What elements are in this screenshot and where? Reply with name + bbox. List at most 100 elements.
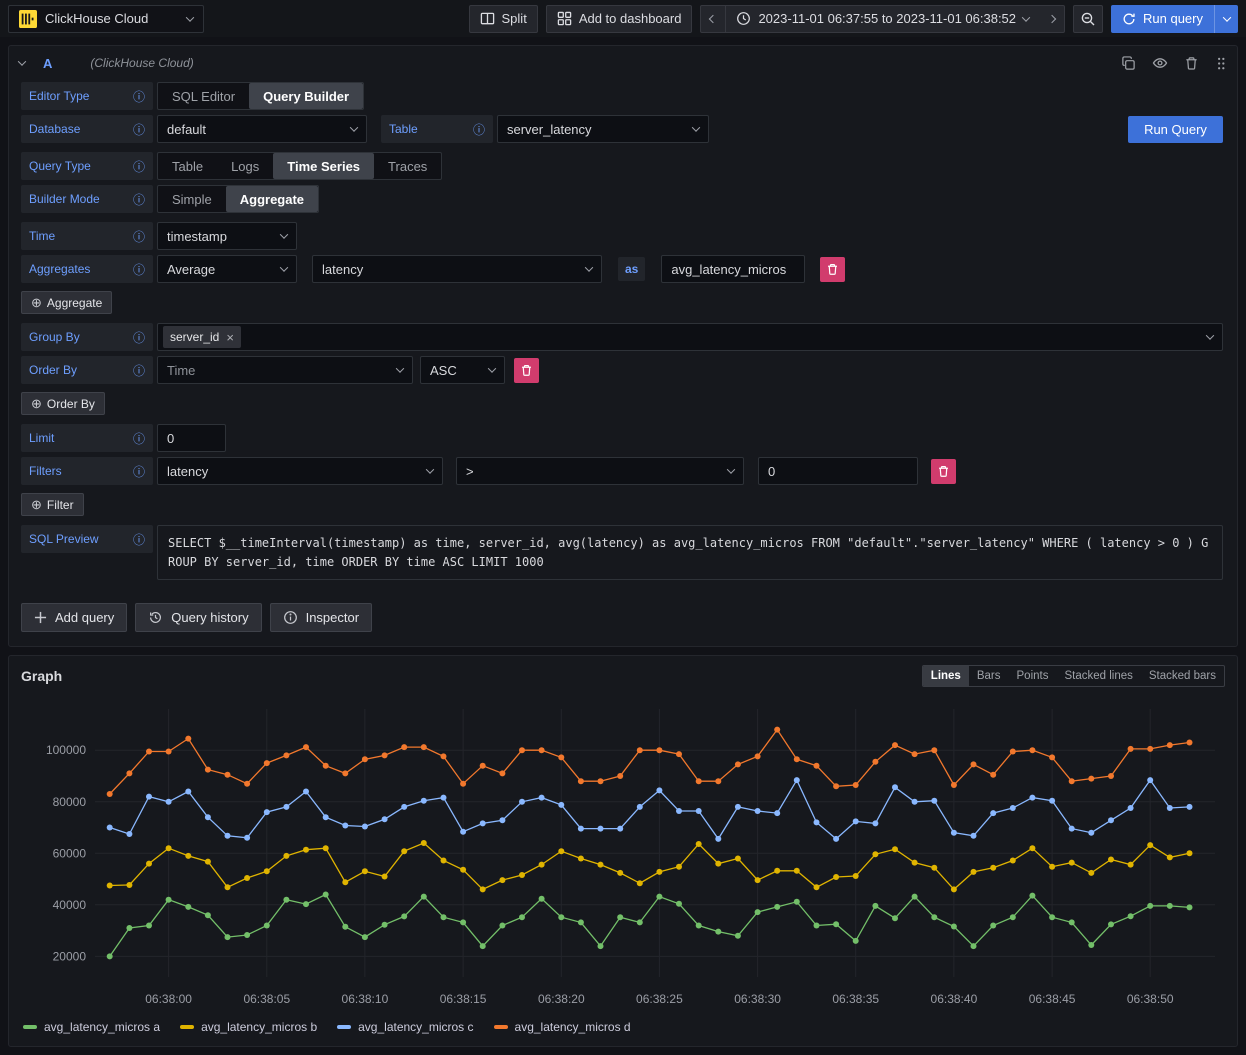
remove-filter-button[interactable] bbox=[931, 459, 956, 484]
remove-aggregate-button[interactable] bbox=[820, 257, 845, 282]
aggregate-column-select[interactable]: latency bbox=[312, 255, 602, 283]
editor-run-query-button[interactable]: Run Query bbox=[1128, 116, 1223, 143]
editor-type-label: Editor Typeⓘ bbox=[21, 82, 153, 110]
info-icon[interactable]: ⓘ bbox=[473, 121, 485, 138]
info-icon[interactable]: ⓘ bbox=[133, 121, 145, 138]
table-select[interactable]: server_latency bbox=[497, 115, 709, 143]
chevron-down-icon bbox=[1022, 13, 1030, 21]
svg-text:06:38:05: 06:38:05 bbox=[243, 992, 290, 1006]
chevron-down-icon bbox=[1222, 13, 1230, 21]
legend-item-series-a[interactable]: avg_latency_micros a bbox=[23, 1020, 160, 1034]
run-query-button[interactable]: Run query bbox=[1111, 5, 1214, 33]
graph-style-points[interactable]: Points bbox=[1009, 666, 1057, 686]
legend-label: avg_latency_micros b bbox=[201, 1020, 317, 1034]
info-icon[interactable]: ⓘ bbox=[133, 531, 145, 548]
collapse-query-icon[interactable] bbox=[18, 57, 26, 65]
aggregate-function-select[interactable]: Average bbox=[157, 255, 297, 283]
editor-type-sql-editor[interactable]: SQL Editor bbox=[158, 83, 249, 109]
inspector-button[interactable]: Inspector bbox=[270, 603, 372, 632]
sync-icon bbox=[1122, 12, 1136, 26]
query-type-table[interactable]: Table bbox=[158, 153, 217, 179]
datasource-picker[interactable]: ClickHouse Cloud bbox=[8, 5, 204, 33]
info-icon[interactable]: ⓘ bbox=[133, 329, 145, 346]
svg-text:06:38:45: 06:38:45 bbox=[1029, 992, 1076, 1006]
as-keyword-chip: as bbox=[618, 257, 645, 281]
chevron-right-icon bbox=[1047, 14, 1055, 22]
add-to-dashboard-button[interactable]: Add to dashboard bbox=[546, 5, 693, 33]
chevron-down-icon bbox=[186, 13, 194, 21]
group-by-multiselect[interactable]: server_id× bbox=[157, 323, 1223, 351]
split-button[interactable]: Split bbox=[469, 5, 538, 33]
query-type-time-series[interactable]: Time Series bbox=[273, 153, 374, 179]
chevron-down-icon bbox=[488, 364, 496, 372]
time-range-picker[interactable]: 2023-11-01 06:37:55 to 2023-11-01 06:38:… bbox=[726, 5, 1039, 33]
filter-operator-select[interactable]: > bbox=[456, 457, 744, 485]
time-shift-forward-button[interactable] bbox=[1039, 5, 1065, 33]
builder-mode-label: Builder Modeⓘ bbox=[21, 185, 153, 213]
sql-preview-label: SQL Previewⓘ bbox=[21, 525, 153, 553]
query-editor-panel: A (ClickHouse Cloud) Run Query Editor Ty… bbox=[8, 45, 1238, 647]
plus-icon bbox=[34, 611, 47, 624]
database-select[interactable]: default bbox=[157, 115, 367, 143]
filter-column-select[interactable]: latency bbox=[157, 457, 443, 485]
drag-handle-icon[interactable] bbox=[1215, 56, 1227, 71]
sql-preview-row: SQL Previewⓘ SELECT $__timeInterval(time… bbox=[21, 525, 1223, 580]
legend-item-series-b[interactable]: avg_latency_micros b bbox=[180, 1020, 317, 1034]
run-query-dropdown-button[interactable] bbox=[1214, 5, 1238, 33]
query-type-traces[interactable]: Traces bbox=[374, 153, 441, 179]
query-row-header[interactable]: A (ClickHouse Cloud) bbox=[9, 46, 1237, 80]
info-icon[interactable]: ⓘ bbox=[133, 430, 145, 447]
time-column-select[interactable]: timestamp bbox=[157, 222, 297, 250]
remove-chip-icon[interactable]: × bbox=[226, 330, 234, 345]
plus-circle-icon: ⊕ bbox=[31, 396, 42, 412]
zoom-out-time-button[interactable] bbox=[1073, 5, 1103, 33]
limit-input[interactable] bbox=[157, 424, 226, 452]
info-icon[interactable]: ⓘ bbox=[133, 88, 145, 105]
time-label: Timeⓘ bbox=[21, 222, 153, 250]
chart-svg[interactable]: 2000040000600008000010000006:38:0006:38:… bbox=[17, 695, 1229, 1013]
editor-type-query-builder[interactable]: Query Builder bbox=[249, 83, 363, 109]
add-aggregate-button[interactable]: ⊕ Aggregate bbox=[21, 291, 112, 314]
duplicate-query-icon[interactable] bbox=[1121, 56, 1136, 71]
order-by-direction-select[interactable]: ASC bbox=[420, 356, 505, 384]
info-icon[interactable]: ⓘ bbox=[133, 463, 145, 480]
graph-style-lines[interactable]: Lines bbox=[923, 666, 969, 686]
chevron-down-icon bbox=[692, 123, 700, 131]
info-icon[interactable]: ⓘ bbox=[133, 158, 145, 175]
info-icon[interactable]: ⓘ bbox=[133, 228, 145, 245]
query-history-button[interactable]: Query history bbox=[135, 603, 261, 632]
legend-item-series-c[interactable]: avg_latency_micros c bbox=[337, 1020, 473, 1034]
info-icon[interactable]: ⓘ bbox=[133, 362, 145, 379]
order-by-field-select[interactable]: Time bbox=[157, 356, 413, 384]
add-filter-button[interactable]: ⊕ Filter bbox=[21, 493, 84, 516]
time-series-chart[interactable]: 2000040000600008000010000006:38:0006:38:… bbox=[9, 689, 1237, 1016]
graph-header: Graph Lines Bars Points Stacked lines St… bbox=[9, 656, 1237, 689]
graph-style-bars[interactable]: Bars bbox=[969, 666, 1009, 686]
hide-response-eye-icon[interactable] bbox=[1152, 55, 1168, 71]
time-shift-back-button[interactable] bbox=[700, 5, 726, 33]
limit-row: Limitⓘ bbox=[21, 424, 1223, 452]
legend-label: avg_latency_micros d bbox=[515, 1020, 631, 1034]
add-query-button[interactable]: Add query bbox=[21, 603, 127, 632]
filter-value-input[interactable] bbox=[758, 457, 918, 485]
clock-icon bbox=[736, 11, 751, 26]
database-label: Databaseⓘ bbox=[21, 115, 153, 143]
aggregates-label: Aggregatesⓘ bbox=[21, 255, 153, 283]
remove-order-by-button[interactable] bbox=[514, 358, 539, 383]
run-query-label: Run query bbox=[1143, 11, 1203, 26]
builder-mode-aggregate[interactable]: Aggregate bbox=[226, 186, 318, 212]
builder-mode-simple[interactable]: Simple bbox=[158, 186, 226, 212]
svg-text:06:38:00: 06:38:00 bbox=[145, 992, 192, 1006]
aggregate-alias-input[interactable] bbox=[661, 255, 805, 283]
info-icon[interactable]: ⓘ bbox=[133, 261, 145, 278]
legend-item-series-d[interactable]: avg_latency_micros d bbox=[494, 1020, 631, 1034]
clickhouse-logo-icon bbox=[19, 10, 37, 28]
aggregates-row: Aggregatesⓘ Average latency as bbox=[21, 255, 1223, 283]
svg-text:40000: 40000 bbox=[53, 898, 87, 912]
add-order-by-button[interactable]: ⊕ Order By bbox=[21, 392, 105, 415]
query-type-logs[interactable]: Logs bbox=[217, 153, 273, 179]
graph-style-stacked-lines[interactable]: Stacked lines bbox=[1056, 666, 1140, 686]
graph-style-stacked-bars[interactable]: Stacked bars bbox=[1141, 666, 1224, 686]
info-icon[interactable]: ⓘ bbox=[133, 191, 145, 208]
remove-query-trash-icon[interactable] bbox=[1184, 56, 1199, 71]
